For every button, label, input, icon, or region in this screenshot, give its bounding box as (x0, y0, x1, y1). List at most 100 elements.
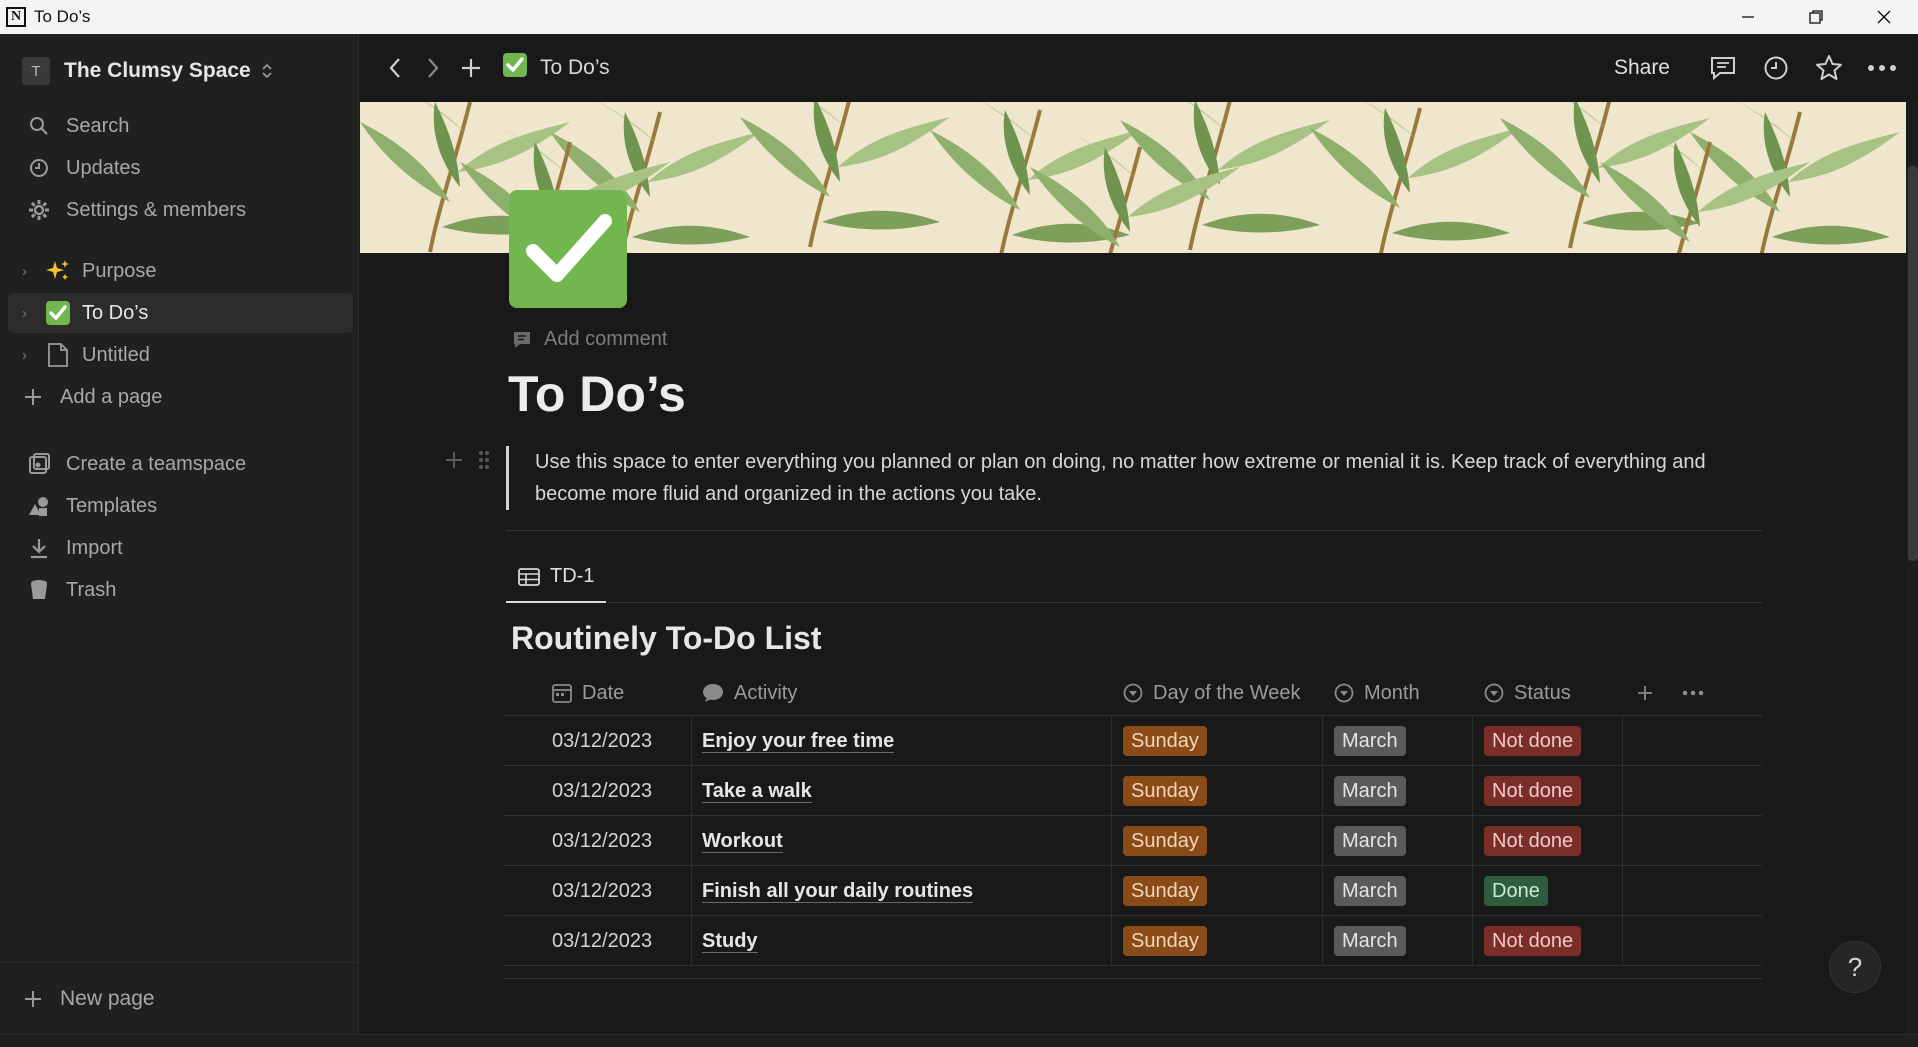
sidebar-item-updates[interactable]: Updates (8, 148, 353, 188)
history-icon[interactable] (1749, 55, 1802, 81)
table-row[interactable]: 03/12/2023 Finish all your daily routine… (504, 866, 1762, 916)
cell-status[interactable]: Not done (1484, 716, 1582, 766)
sidebar-item-label: Purpose (82, 259, 157, 282)
sidebar-item-label: Updates (66, 156, 141, 179)
table-row[interactable]: 03/12/2023 Take a walk Sunday March Not … (504, 766, 1762, 816)
help-button[interactable]: ? (1829, 941, 1881, 993)
cell-date[interactable]: 03/12/2023 (552, 866, 652, 916)
cell-activity[interactable]: Study (702, 916, 758, 966)
cell-date[interactable]: 03/12/2023 (552, 816, 652, 866)
sidebar-item-import[interactable]: Import (8, 528, 353, 568)
column-separator (691, 816, 692, 866)
taskbar (0, 1034, 1918, 1047)
download-icon (26, 537, 52, 559)
teamspace-icon (26, 452, 52, 476)
cell-month[interactable]: March (1334, 766, 1406, 816)
add-column-plus-icon[interactable] (1635, 670, 1655, 716)
column-header-date[interactable]: Date (552, 670, 624, 716)
cell-activity[interactable]: Take a walk (702, 766, 812, 816)
cell-activity[interactable]: Workout (702, 816, 783, 866)
drag-handle-icon[interactable] (478, 450, 490, 470)
cell-activity[interactable]: Enjoy your free time (702, 716, 895, 766)
sidebar-item-label: To Do’s (82, 301, 149, 324)
forward-icon[interactable] (414, 49, 452, 87)
column-header-status[interactable]: Status (1484, 670, 1571, 716)
restore-icon[interactable] (1782, 0, 1850, 34)
column-header-activity[interactable]: Activity (702, 670, 797, 716)
select-icon (1334, 683, 1354, 703)
sidebar-item-search[interactable]: Search (8, 106, 353, 146)
sidebar-item-trash[interactable]: Trash (8, 570, 353, 610)
table-row[interactable]: 03/12/2023 Workout Sunday March Not done (504, 816, 1762, 866)
sidebar-page-to-dos[interactable]: › To Do’s (8, 293, 353, 333)
comments-icon[interactable] (1696, 56, 1749, 80)
sidebar-page-purpose[interactable]: › Purpose (8, 251, 353, 291)
sidebar-item-create-teamspace[interactable]: Create a teamspace (8, 444, 353, 484)
column-header-day-of-week[interactable]: Day of the Week (1123, 670, 1300, 716)
add-comment-button[interactable]: Add comment (512, 328, 667, 351)
plus-icon[interactable] (444, 450, 464, 470)
block-handle[interactable] (444, 450, 490, 470)
cell-status[interactable]: Done (1484, 866, 1548, 916)
sidebar-page-untitled[interactable]: › Untitled (8, 335, 353, 375)
cell-status[interactable]: Not done (1484, 916, 1582, 966)
tag-month: March (1334, 826, 1406, 856)
more-icon[interactable] (1855, 64, 1908, 72)
column-header-month[interactable]: Month (1334, 670, 1420, 716)
column-separator (691, 716, 692, 766)
view-tab-td-1[interactable]: TD-1 (506, 552, 606, 603)
close-icon[interactable] (1850, 0, 1918, 34)
status-badge: Not done (1484, 726, 1582, 756)
sidebar-item-settings[interactable]: Settings & members (8, 190, 353, 230)
table-header: Date Activity Day of the Week Month Stat… (504, 670, 1762, 716)
cell-status[interactable]: Not done (1484, 766, 1582, 816)
table-row[interactable]: 03/12/2023 Enjoy your free time Sunday M… (504, 716, 1762, 766)
calendar-icon (552, 683, 572, 703)
page-check-icon[interactable] (509, 190, 627, 308)
minimize-icon[interactable] (1714, 0, 1782, 34)
plus-icon[interactable] (452, 49, 490, 87)
scrollbar-thumb[interactable] (1908, 166, 1918, 561)
chevron-right-icon[interactable]: › (22, 305, 36, 322)
column-separator (1622, 916, 1623, 966)
new-page-button[interactable]: New page (0, 962, 359, 1034)
window-titlebar: N To Do’s (0, 0, 1918, 34)
cell-status[interactable]: Not done (1484, 816, 1582, 866)
sidebar-item-label: Search (66, 114, 130, 137)
cell-date[interactable]: 03/12/2023 (552, 766, 652, 816)
chevron-right-icon[interactable]: › (22, 263, 36, 280)
new-row-area[interactable] (504, 978, 1762, 986)
tag-day: Sunday (1123, 826, 1207, 856)
cell-month[interactable]: March (1334, 816, 1406, 866)
share-button[interactable]: Share (1614, 56, 1670, 80)
back-icon[interactable] (376, 49, 414, 87)
cell-day-of-week[interactable]: Sunday (1123, 816, 1207, 866)
tag-day: Sunday (1123, 776, 1207, 806)
check-icon (502, 52, 528, 84)
cell-month[interactable]: March (1334, 916, 1406, 966)
cell-month[interactable]: March (1334, 866, 1406, 916)
workspace-switcher[interactable]: T The Clumsy Space (22, 54, 273, 88)
column-options-more-icon[interactable] (1682, 670, 1704, 716)
star-icon[interactable] (1802, 54, 1855, 82)
cell-day-of-week[interactable]: Sunday (1123, 866, 1207, 916)
plus-icon (22, 387, 44, 407)
column-separator (1111, 816, 1112, 866)
add-a-page-button[interactable]: Add a page (8, 377, 353, 417)
cell-day-of-week[interactable]: Sunday (1123, 716, 1207, 766)
cell-day-of-week[interactable]: Sunday (1123, 916, 1207, 966)
column-separator (1111, 716, 1112, 766)
sidebar-item-templates[interactable]: Templates (8, 486, 353, 526)
status-badge: Not done (1484, 776, 1582, 806)
cell-date[interactable]: 03/12/2023 (552, 916, 652, 966)
database-title[interactable]: Routinely To-Do List (511, 620, 821, 657)
cell-activity[interactable]: Finish all your daily routines (702, 866, 974, 916)
chevron-right-icon[interactable]: › (22, 347, 36, 364)
quote-block[interactable]: Use this space to enter everything you p… (506, 446, 1766, 510)
cell-date[interactable]: 03/12/2023 (552, 716, 652, 766)
table-row[interactable]: 03/12/2023 Study Sunday March Not done (504, 916, 1762, 966)
page-title[interactable]: To Do’s (508, 365, 686, 423)
cell-day-of-week[interactable]: Sunday (1123, 766, 1207, 816)
cell-month[interactable]: March (1334, 716, 1406, 766)
breadcrumb[interactable]: To Do’s (502, 52, 610, 84)
